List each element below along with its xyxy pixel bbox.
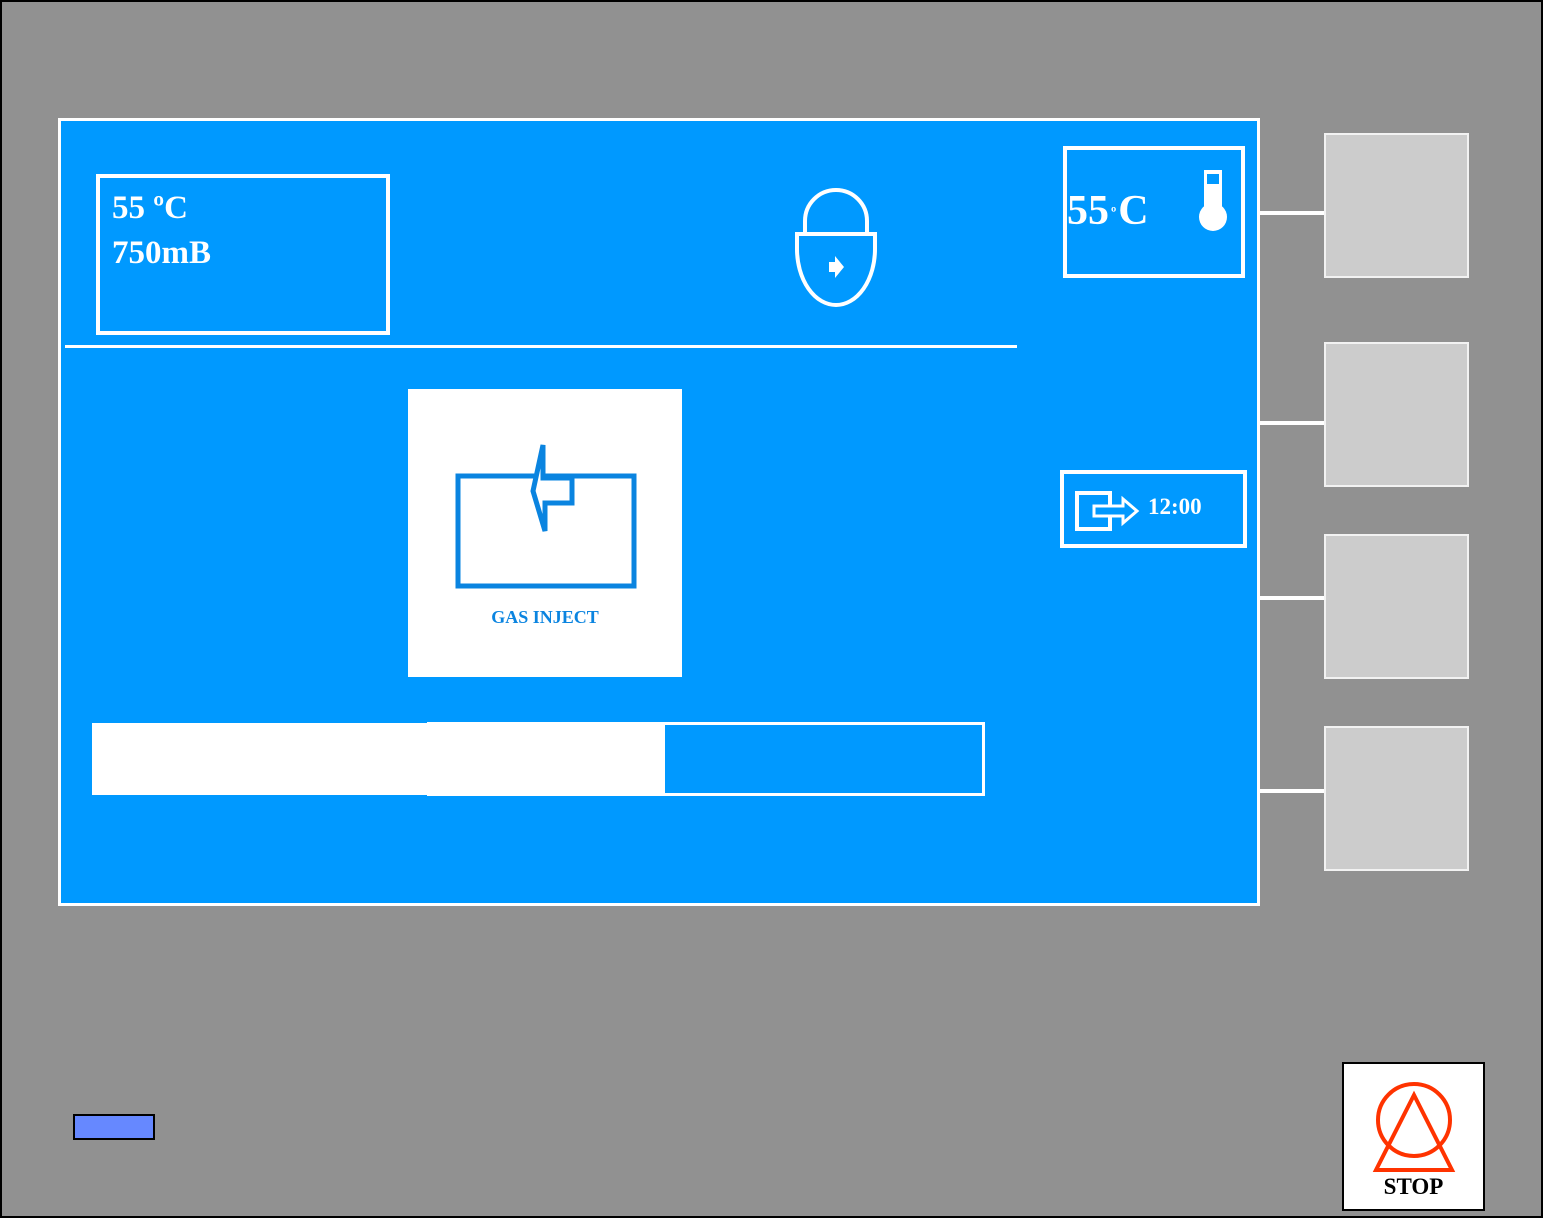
stop-label: STOP [1383,1174,1444,1199]
softkey-connector [1259,596,1325,600]
screen-divider [65,345,1020,348]
status-temperature: 55 ºC [112,190,188,226]
softkey-connector [1259,421,1325,425]
softkey-2[interactable] [1324,342,1469,487]
process-card: GAS INJECT [408,389,682,677]
softkey-connector [1259,789,1325,793]
softkey-connector [1259,211,1325,215]
softkey-3[interactable] [1324,534,1469,679]
device-bezel: 55 ºC 750mB GAS INJECT 55 ºC 12:00 STOP [0,0,1543,1218]
thermometer-icon [1197,168,1231,239]
timer-exit-icon [1074,490,1150,541]
side-panel: 55 ºC 12:00 [1017,118,1260,906]
temperature-unit: C [1118,188,1149,234]
temperature-number: 55 [1067,188,1109,234]
gas-inject-icon [455,439,645,604]
timer-value: 12:00 [1148,494,1202,519]
stop-button[interactable]: STOP [1342,1062,1485,1211]
progress-fill [430,725,665,793]
stop-icon [1362,1070,1466,1185]
softkey-1[interactable] [1324,133,1469,278]
softkey-4[interactable] [1324,726,1469,871]
status-led [73,1114,155,1140]
status-box: 55 ºC 750mB [96,174,390,335]
process-label: GAS INJECT [491,607,599,627]
main-screen: 55 ºC 750mB GAS INJECT [58,118,1023,906]
door-lock-icon [791,179,881,314]
temperature-degree: º [1111,205,1117,222]
status-pressure: 750mB [112,235,211,271]
progress-bar [427,722,985,796]
progress-lead [92,723,432,795]
temperature-readout: 55 ºC [1067,190,1149,232]
timer-box: 12:00 [1060,470,1247,548]
temperature-box: 55 ºC [1063,146,1245,278]
